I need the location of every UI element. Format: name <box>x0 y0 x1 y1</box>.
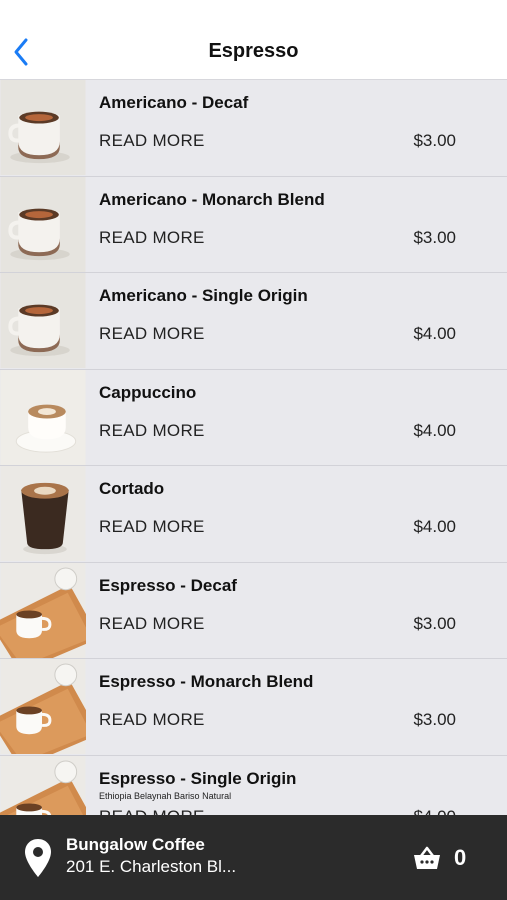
item-name: Americano - Decaf <box>99 93 249 112</box>
read-more-link[interactable]: READ MORE <box>99 228 205 248</box>
americano-image <box>0 176 86 272</box>
cappuccino-image <box>0 369 86 465</box>
item-name: Espresso - Monarch Blend <box>99 672 314 691</box>
item-name: Cortado <box>99 479 165 498</box>
espresso-image <box>0 562 86 658</box>
item-name: Americano - Monarch Blend <box>99 189 325 209</box>
header-bar: Espresso <box>0 0 507 80</box>
item-description: Ethiopia Belaynah Bariso Natural <box>99 790 232 801</box>
item-name: Cappuccino <box>99 382 197 402</box>
menu-item-row[interactable]: Espresso - Monarch Blend READ MORE $3.00 <box>0 659 507 756</box>
read-more-link[interactable]: READ MORE <box>99 807 205 816</box>
item-name: Americano - Single Origin <box>99 286 308 305</box>
menu-item-row[interactable]: Americano - Decaf READ MORE $3.00 <box>0 80 507 177</box>
store-address[interactable]: 201 E. Charleston Bl... <box>66 857 236 877</box>
item-price: $4.00 <box>413 517 456 536</box>
item-price: $4.00 <box>413 420 456 440</box>
item-price: $3.00 <box>413 131 456 150</box>
menu-item-row[interactable]: Cappuccino READ MORE $4.00 <box>0 369 507 466</box>
cart-count[interactable]: 0 <box>454 845 466 871</box>
item-name: Espresso - Single Origin <box>99 768 297 788</box>
read-more-link[interactable]: READ MORE <box>99 131 205 151</box>
store-footer-bar[interactable]: Bungalow Coffee 201 E. Charleston Bl... … <box>0 815 507 900</box>
item-price: $3.00 <box>413 710 456 729</box>
item-price: $4.00 <box>413 324 456 343</box>
americano-image <box>0 273 86 368</box>
read-more-link[interactable]: READ MORE <box>99 710 205 730</box>
store-name[interactable]: Bungalow Coffee <box>66 835 205 855</box>
espresso-image <box>0 755 86 815</box>
cortado-image <box>0 466 86 561</box>
item-price: $3.00 <box>413 613 456 633</box>
menu-item-row[interactable]: Americano - Single Origin READ MORE $4.0… <box>0 273 507 370</box>
map-pin-icon <box>25 839 51 877</box>
read-more-link[interactable]: READ MORE <box>99 324 205 344</box>
basket-icon[interactable] <box>413 845 441 871</box>
read-more-link[interactable]: READ MORE <box>99 614 205 634</box>
page-title: Espresso <box>208 40 299 62</box>
menu-item-row[interactable]: Cortado READ MORE $4.00 <box>0 466 507 563</box>
read-more-link[interactable]: READ MORE <box>99 517 205 537</box>
menu-item-row[interactable]: Americano - Monarch Blend READ MORE $3.0… <box>0 176 507 273</box>
item-price: $3.00 <box>413 227 456 247</box>
read-more-link[interactable]: READ MORE <box>99 421 205 441</box>
menu-item-row[interactable]: Espresso - Single Origin Ethiopia Belayn… <box>0 755 507 816</box>
menu-item-row[interactable]: Espresso - Decaf READ MORE $3.00 <box>0 562 507 659</box>
americano-image <box>0 80 86 175</box>
item-price: $4.00 <box>413 807 456 816</box>
menu-item-list[interactable]: Americano - Decaf READ MORE $3.00 Americ… <box>0 80 507 815</box>
item-name: Espresso - Decaf <box>99 575 237 595</box>
espresso-image <box>0 659 86 754</box>
